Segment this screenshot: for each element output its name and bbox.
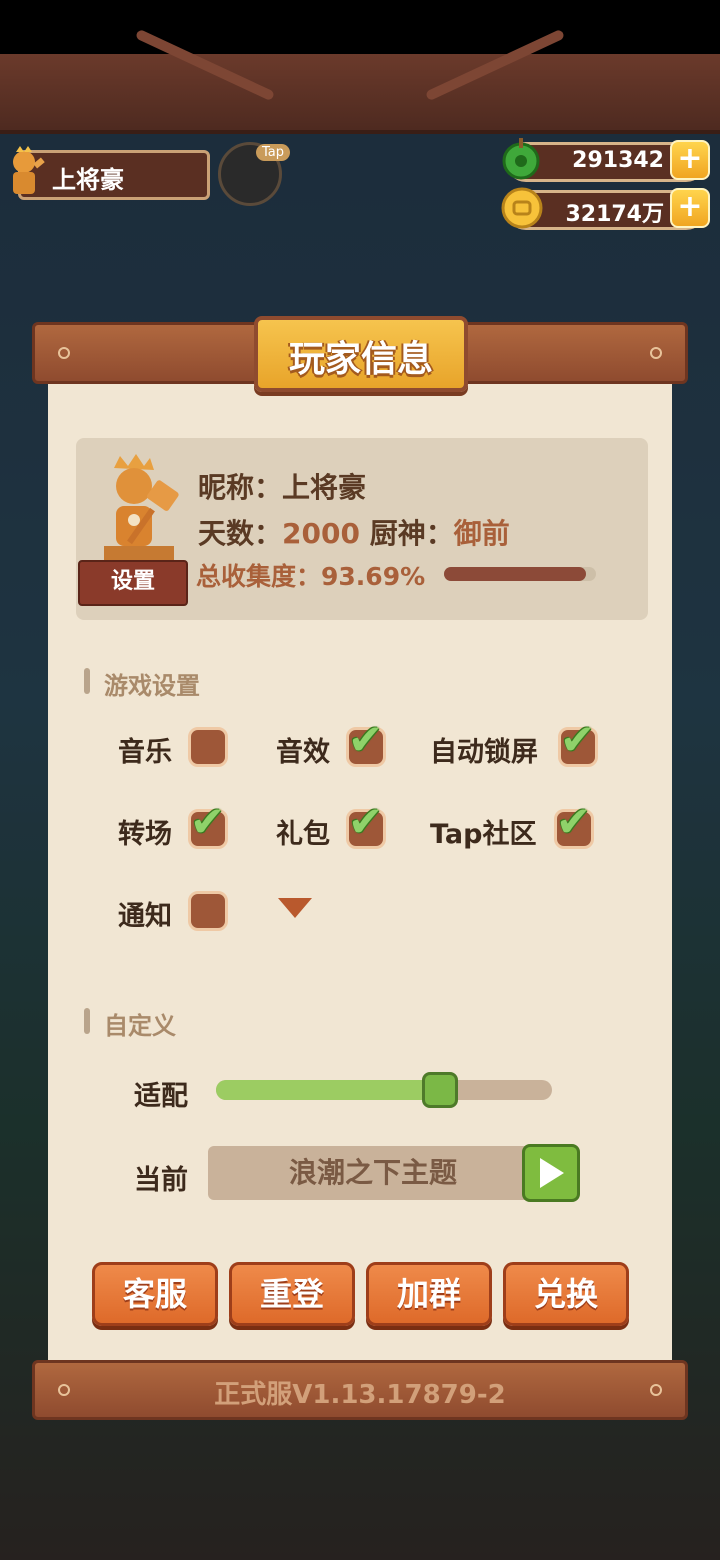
adapt-slider-fill — [216, 1080, 432, 1100]
add-coin-button[interactable]: + — [670, 188, 710, 228]
check-icon: ✔ — [190, 797, 226, 846]
collection-label: 总收集度： — [196, 562, 322, 591]
nail-icon — [58, 347, 70, 359]
option-notify-label: 通知 — [118, 901, 172, 932]
relogin-button[interactable]: 重登 — [229, 1262, 355, 1326]
redeem-button[interactable]: 兑换 — [503, 1262, 629, 1326]
chef-value: 御前 — [453, 517, 510, 550]
chef-label: 厨神： — [369, 517, 454, 550]
chef-statue-icon — [104, 454, 179, 560]
panel-title: 玩家信息 — [288, 339, 433, 380]
adapt-slider-handle[interactable] — [422, 1072, 458, 1108]
days-label: 天数： — [198, 517, 283, 550]
tap-badge: Tap — [256, 144, 291, 161]
option-tap-community-label: Tap社区 — [430, 819, 537, 850]
expand-arrow-icon[interactable] — [278, 898, 312, 918]
current-label: 当前 — [134, 1165, 188, 1196]
nickname-label: 昵称： — [198, 471, 283, 504]
check-icon: ✔ — [348, 715, 384, 764]
settings-button[interactable]: 设置 — [78, 560, 188, 606]
coin-amount: 32174万 — [565, 202, 664, 227]
check-icon: ✔ — [560, 715, 596, 764]
option-music-label: 音乐 — [118, 737, 172, 768]
nickname-value: 上将豪 — [282, 471, 367, 504]
custom-title: 自定义 — [104, 1012, 176, 1040]
option-autolock-label: 自动锁屏 — [430, 737, 538, 768]
option-sfx-label: 音效 — [276, 737, 330, 768]
check-icon: ✔ — [556, 797, 592, 846]
section-marker — [84, 1008, 90, 1034]
version-text: 正式服V1.13.17879-2 — [214, 1380, 506, 1410]
add-jade-button[interactable]: + — [670, 140, 710, 180]
player-avatar-icon — [13, 146, 45, 194]
collection-row: 总收集度：93.69% — [196, 557, 425, 593]
section-marker — [84, 668, 90, 694]
option-transition-label: 转场 — [118, 819, 172, 850]
jade-amount: 291342 — [572, 148, 664, 173]
days-value: 2000 — [282, 517, 360, 550]
nickname-row: 昵称：上将豪 — [198, 466, 366, 506]
player-name: 上将豪 — [52, 166, 124, 194]
collection-value: 93.69% — [321, 562, 426, 591]
option-gift-label: 礼包 — [276, 819, 330, 850]
jade-icon — [502, 138, 540, 180]
check-icon: ✔ — [348, 797, 384, 846]
nail-icon — [650, 347, 662, 359]
status-bar — [0, 0, 720, 54]
game-settings-title: 游戏设置 — [104, 672, 200, 700]
days-row: 天数：2000 厨神：御前 — [198, 512, 510, 552]
wooden-beam-decoration — [0, 28, 720, 134]
adapt-label: 适配 — [134, 1081, 188, 1112]
coin-icon — [501, 187, 543, 229]
customer-service-button[interactable]: 客服 — [92, 1262, 218, 1326]
current-theme-field: 浪潮之下主题 — [208, 1146, 538, 1200]
notify-checkbox[interactable] — [188, 891, 228, 931]
music-checkbox[interactable] — [188, 727, 228, 767]
play-icon — [540, 1158, 564, 1188]
join-group-button[interactable]: 加群 — [366, 1262, 492, 1326]
collection-progress-fill — [444, 567, 587, 581]
